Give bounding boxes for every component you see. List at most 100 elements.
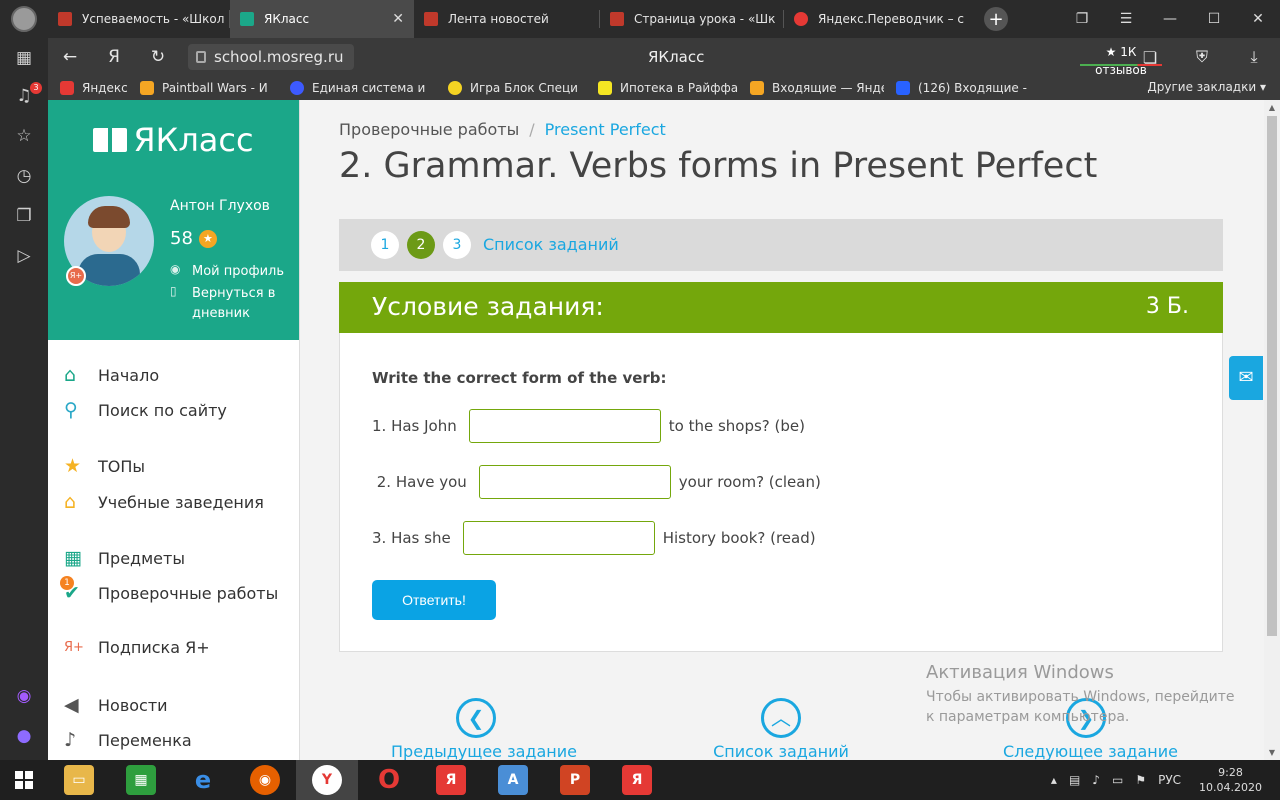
tab-lesson-page[interactable]: Страница урока - «Шк <box>600 0 784 38</box>
clock[interactable]: 9:28 10.04.2020 <box>1199 765 1262 795</box>
taskbar-yandex[interactable]: Я <box>420 760 482 800</box>
sidebar-item-news[interactable]: ◀ Новости <box>64 694 168 716</box>
minimize-icon[interactable]: — <box>1148 0 1192 38</box>
language-indicator[interactable]: РУС <box>1158 773 1181 787</box>
star-icon: ★ <box>64 455 82 477</box>
flag-icon[interactable]: ⚑ <box>1135 773 1146 787</box>
question-3: 3. Has she History book? (read) <box>372 521 816 555</box>
sidebar-item-home[interactable]: ⌂ Начало <box>64 364 159 386</box>
alice-icon[interactable]: ◉ <box>12 684 36 708</box>
volume-icon[interactable]: ♪ <box>1092 773 1100 787</box>
powerpoint-icon: P <box>560 765 590 795</box>
protect-icon[interactable]: ⛨ <box>1176 47 1228 67</box>
step-3[interactable]: 3 <box>443 231 471 259</box>
taskbar-wordpad[interactable]: A <box>482 760 544 800</box>
taskbar-yandex-2[interactable]: Я <box>606 760 668 800</box>
taskbar-store[interactable]: ▦ <box>110 760 172 800</box>
bookmark-game[interactable]: Игра Блок Специ <box>436 81 586 95</box>
page-scrollbar[interactable]: ▲ ▼ <box>1264 100 1280 760</box>
network-icon[interactable]: ▤ <box>1069 773 1080 787</box>
taskbar-opera[interactable]: O <box>358 760 420 800</box>
scroll-down-icon[interactable]: ▼ <box>1267 748 1277 757</box>
tray-expand-icon[interactable]: ▴ <box>1051 773 1057 787</box>
history-icon[interactable]: ◷ <box>12 164 36 188</box>
step-1[interactable]: 1 <box>371 231 399 259</box>
yaplus-icon: Я+ <box>64 640 84 655</box>
sidebar-item-schools[interactable]: ⌂ Учебные заведения <box>64 491 264 513</box>
prev-task-nav[interactable]: ❮ Предыдущее задание <box>391 698 577 760</box>
apps-grid-icon[interactable]: ▦ <box>12 46 36 70</box>
feedback-mail-button[interactable]: ✉ <box>1229 356 1263 400</box>
address-bar: ← Я ↻ school.mosreg.ru ЯКласс ★ 1К отзыв… <box>48 38 1280 77</box>
taskbar-powerpoint[interactable]: P <box>544 760 606 800</box>
bookmark-icon[interactable]: ❏ <box>1124 48 1176 67</box>
taskbar-yandex-browser[interactable]: Y <box>296 760 358 800</box>
assistant-icon[interactable]: ● <box>12 724 36 748</box>
scroll-thumb[interactable] <box>1267 116 1277 636</box>
maximize-icon[interactable]: ☐ <box>1192 0 1236 38</box>
menu-icon[interactable]: ☰ <box>1104 0 1148 38</box>
monitor-icon[interactable]: ▭ <box>1112 773 1123 787</box>
play-icon[interactable]: ▷ <box>12 244 36 268</box>
windows-taskbar: ▭ ▦ e ◉ Y O Я A P Я ▴ ▤ ♪ ▭ ⚑ РУС 9:28 1… <box>0 760 1280 800</box>
bookmark-raiffeisen[interactable]: Ипотека в Райффа <box>586 81 738 95</box>
chevron-up-icon: ︿ <box>761 698 801 738</box>
download-icon[interactable]: ⤓ <box>1228 47 1280 67</box>
sidebar-item-subscription[interactable]: Я+ Подписка Я+ <box>64 638 210 657</box>
answer-input-2[interactable] <box>478 465 671 499</box>
yandex-icon: Я <box>622 765 652 795</box>
sidebar-item-subjects[interactable]: ▦ Предметы <box>64 547 185 569</box>
bookmark-yandex[interactable]: Яндекс <box>48 81 128 95</box>
task-list-nav[interactable]: ︿ Список заданий <box>711 698 851 760</box>
bookmark-inbox[interactable]: (126) Входящие - <box>884 81 1028 95</box>
url-field[interactable]: school.mosreg.ru <box>188 44 354 70</box>
sidebar-item-tests[interactable]: ✔ 1 Проверочные работы <box>60 576 278 604</box>
collections-icon[interactable]: ❐ <box>12 204 36 228</box>
back-icon[interactable]: ← <box>48 47 92 67</box>
bell-icon: ♪ <box>64 729 77 751</box>
tab-uspevaemost[interactable]: Успеваемость - «Школ <box>48 0 230 38</box>
tabs-list-icon[interactable]: ❐ <box>1060 0 1104 38</box>
mail-icon <box>896 81 910 95</box>
answer-input-1[interactable] <box>468 409 661 443</box>
user-panel: Я+ Антон Глухов 58 ★ ◉ Мой профиль ▯ Вер… <box>48 180 299 340</box>
task-header: Условие задания: 3 Б. <box>339 282 1223 333</box>
taskbar-ie[interactable]: e <box>172 760 234 800</box>
scroll-up-icon[interactable]: ▲ <box>1267 103 1277 112</box>
firefox-icon: ◉ <box>250 765 280 795</box>
taskbar-firefox[interactable]: ◉ <box>234 760 296 800</box>
user-name: Антон Глухов <box>170 198 270 214</box>
web-page: ЯКласс Я+ Антон Глухов 58 ★ ◉ Мой профил… <box>48 100 1264 760</box>
back-to-diary-link[interactable]: ▯ Вернуться в дневник <box>170 284 302 324</box>
submit-answer-button[interactable]: Ответить! <box>372 580 496 620</box>
new-tab-button[interactable]: + <box>984 7 1008 31</box>
start-button[interactable] <box>0 760 48 800</box>
my-profile-link[interactable]: ◉ Мой профиль <box>170 262 302 282</box>
step-2[interactable]: 2 <box>407 231 435 259</box>
yaklass-logo[interactable]: ЯКласс <box>93 121 254 159</box>
breadcrumb-tests-link[interactable]: Проверочные работы <box>339 120 519 139</box>
reload-icon[interactable]: ↻ <box>136 47 180 67</box>
sidebar-item-tops[interactable]: ★ ТОПы <box>64 455 145 477</box>
megaphone-icon: ◀ <box>64 694 79 716</box>
browser-profile-avatar[interactable] <box>0 0 48 38</box>
tab-news-feed[interactable]: Лента новостей <box>414 0 600 38</box>
sidebar-item-break[interactable]: ♪ Переменка <box>64 729 192 751</box>
yandex-button[interactable]: Я <box>92 47 136 67</box>
tab-yaklass[interactable]: ЯКласс ✕ <box>230 0 414 38</box>
close-tab-icon[interactable]: ✕ <box>392 11 404 27</box>
bookmark-yandex-mail[interactable]: Входящие — Янде <box>738 81 884 95</box>
yandex-browser-icon: Y <box>312 765 342 795</box>
star-icon[interactable]: ☆ <box>12 124 36 148</box>
bookmark-paintball[interactable]: Paintball Wars - И <box>128 81 278 95</box>
notification-badge: 3 <box>30 82 42 94</box>
sidebar-item-search[interactable]: ⚲ Поиск по сайту <box>64 399 227 421</box>
answer-input-3[interactable] <box>462 521 655 555</box>
taskbar-explorer[interactable]: ▭ <box>48 760 110 800</box>
bookmark-gosuslugi[interactable]: Единая система и <box>278 81 436 95</box>
breadcrumb-current[interactable]: Present Perfect <box>545 120 666 139</box>
task-list-link[interactable]: Список заданий <box>483 235 619 254</box>
tab-yandex-translate[interactable]: Яндекс.Переводчик – с <box>784 0 970 38</box>
close-window-icon[interactable]: ✕ <box>1236 0 1280 38</box>
other-bookmarks[interactable]: Другие закладки ▾ <box>1147 80 1266 94</box>
